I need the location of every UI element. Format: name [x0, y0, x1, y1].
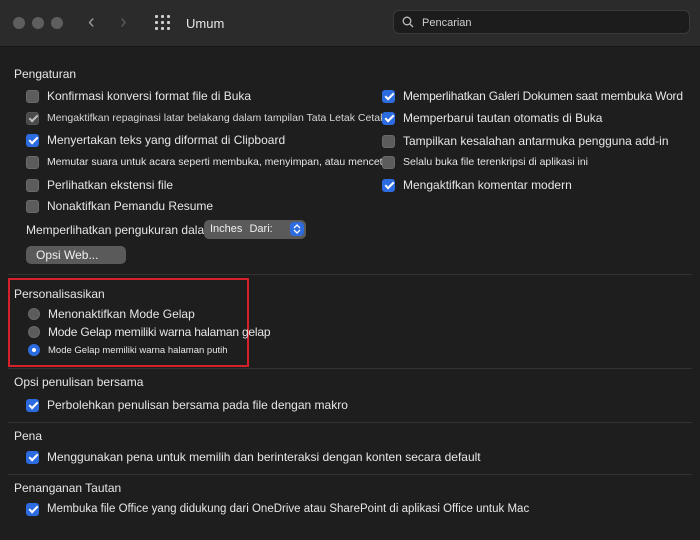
back-arrow-icon[interactable]: ‹	[88, 12, 95, 32]
zoom-window-button[interactable]	[51, 17, 63, 29]
section-heading-pengaturan: Pengaturan	[14, 67, 77, 81]
checkbox[interactable]	[26, 450, 39, 464]
radio-button[interactable]	[28, 344, 40, 356]
checkbox-row-memutar-suara[interactable]: Memutar suara untuk acara seperti membuk…	[26, 154, 394, 170]
checkbox-label: Memutar suara untuk acara seperti membuk…	[47, 156, 394, 168]
radio-white-page[interactable]: Mode Gelap memiliki warna halaman putih	[28, 342, 228, 358]
search-box[interactable]	[393, 10, 690, 34]
section-heading-pena: Pena	[14, 429, 43, 443]
popup-stepper-icon	[290, 222, 304, 236]
checkbox-row-ekstensi-file[interactable]: Perlihatkan ekstensi file	[26, 177, 173, 193]
search-input[interactable]	[420, 14, 684, 32]
web-options-button[interactable]: Opsi Web...	[26, 246, 126, 264]
checkbox[interactable]	[26, 178, 39, 192]
minimize-window-button[interactable]	[32, 17, 44, 29]
checkbox[interactable]	[382, 178, 395, 192]
checkbox-label: Mengaktifkan komentar modern	[403, 178, 572, 192]
radio-dark-page[interactable]: Mode Gelap memiliki warna halaman gelap	[28, 324, 271, 340]
checkbox[interactable]	[26, 133, 39, 147]
checkbox-row-file-terenkripsi[interactable]: Selalu buka file terenkripsi di aplikasi…	[382, 154, 588, 170]
checkbox-label: Nonaktifkan Pemandu Resume	[47, 199, 214, 213]
checkbox-label: Menyertakan teks yang diformat di Clipbo…	[47, 133, 286, 147]
search-icon	[402, 16, 414, 28]
checkbox[interactable]	[26, 199, 39, 213]
checkbox-label: Selalu buka file terenkripsi di aplikasi…	[403, 156, 589, 168]
checkbox-row-galeri-dokumen[interactable]: Memperlihatkan Galeri Dokumen saat membu…	[382, 88, 683, 104]
checkbox[interactable]	[382, 134, 395, 148]
checkbox-label: Konfirmasi konversi format file di Buka	[47, 89, 252, 103]
checkbox[interactable]	[26, 502, 39, 516]
checkbox-label: Perbolehkan penulisan bersama pada file …	[47, 398, 348, 412]
checkbox-row-tautan-office[interactable]: Membuka file Office yang didukung dari O…	[26, 501, 529, 517]
radio-label: Menonaktifkan Mode Gelap	[48, 307, 195, 321]
checkbox-row-repaginasi: Mengaktifkan repaginasi latar belakang d…	[26, 110, 385, 126]
checkbox-row-komentar-modern[interactable]: Mengaktifkan komentar modern	[382, 177, 572, 193]
section-divider	[8, 474, 692, 475]
checkbox-label: Tampilkan kesalahan antarmuka pengguna a…	[403, 134, 669, 148]
checkbox-row-pena[interactable]: Menggunakan pena untuk memilih dan berin…	[26, 449, 481, 465]
show-all-grid-icon[interactable]	[155, 15, 171, 31]
section-divider	[8, 422, 692, 423]
checkbox[interactable]	[26, 398, 39, 412]
checkbox-label: Mengaktifkan repaginasi latar belakang d…	[47, 112, 386, 124]
measurement-unit-value: Inches	[210, 223, 243, 235]
radio-button[interactable]	[28, 326, 40, 338]
checkbox-row-kesalahan-add-in[interactable]: Tampilkan kesalahan antarmuka pengguna a…	[382, 133, 669, 149]
checkbox-label: Perlihatkan ekstensi file	[47, 178, 174, 192]
section-divider	[8, 274, 692, 275]
checkbox-label: Membuka file Office yang didukung dari O…	[47, 503, 530, 515]
radio-dark-mode-off[interactable]: Menonaktifkan Mode Gelap	[28, 306, 195, 322]
checkbox	[26, 111, 39, 125]
forward-arrow-icon[interactable]: ›	[120, 12, 127, 32]
radio-label: Mode Gelap memiliki warna halaman gelap	[48, 325, 271, 339]
checkbox-label: Menggunakan pena untuk memilih dan berin…	[47, 450, 481, 464]
close-window-button[interactable]	[13, 17, 25, 29]
title-bar: ‹ › Umum	[0, 0, 700, 47]
checkbox[interactable]	[382, 111, 395, 125]
radio-label: Mode Gelap memiliki warna halaman putih	[48, 344, 228, 356]
section-heading-tautan: Penanganan Tautan	[14, 481, 122, 495]
checkbox-row-tautan-otomatis[interactable]: Memperbarui tautan otomatis di Buka	[382, 110, 602, 126]
section-divider	[8, 368, 692, 369]
measurement-unit-popup[interactable]: Inches Dari:	[204, 220, 306, 239]
section-heading-coauthoring: Opsi penulisan bersama	[14, 375, 144, 389]
checkbox-row-pemandu-resume[interactable]: Nonaktifkan Pemandu Resume	[26, 198, 213, 214]
checkbox[interactable]	[382, 155, 395, 169]
checkbox-row-konfirmasi-konversi[interactable]: Konfirmasi konversi format file di Buka	[26, 88, 251, 104]
checkbox[interactable]	[26, 89, 39, 103]
checkbox-row-teks-clipboard[interactable]: Menyertakan teks yang diformat di Clipbo…	[26, 132, 285, 148]
window-title: Umum	[186, 16, 225, 31]
measurement-unit-overlap-text: Dari:	[249, 223, 273, 235]
checkbox[interactable]	[26, 155, 39, 169]
checkbox-label: Memperbarui tautan otomatis di Buka	[403, 111, 603, 125]
checkbox-label: Memperlihatkan Galeri Dokumen saat membu…	[403, 89, 683, 103]
radio-button[interactable]	[28, 308, 40, 320]
checkbox[interactable]	[382, 89, 395, 103]
section-heading-personalisasikan: Personalisasikan	[14, 287, 105, 301]
checkbox-row-coauthoring-macro[interactable]: Perbolehkan penulisan bersama pada file …	[26, 397, 348, 413]
